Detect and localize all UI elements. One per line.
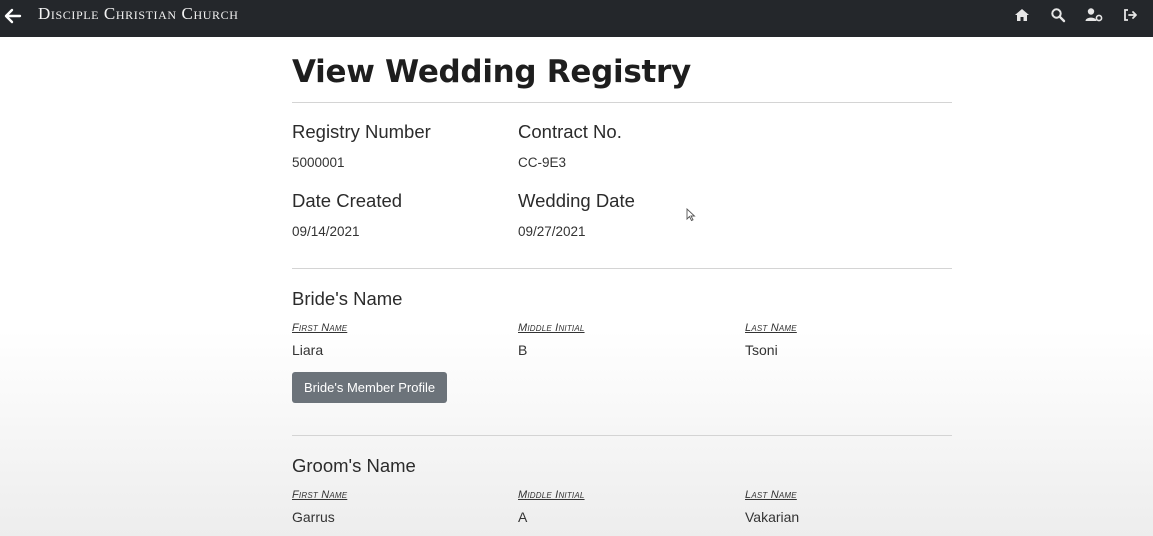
bride-divider (292, 435, 952, 436)
bride-first-name-label: First Name (292, 322, 348, 334)
registry-number-value: 5000001 (292, 155, 345, 170)
search-icon[interactable] (1040, 7, 1076, 23)
contract-number-value: CC-9E3 (518, 155, 567, 170)
groom-first-name-label: First Name (292, 489, 348, 501)
groom-middle-initial-value: A (518, 509, 528, 525)
groom-middle-initial-label: Middle Initial (518, 489, 585, 501)
logout-icon[interactable] (1112, 7, 1148, 23)
groom-first-name-value: Garrus (292, 509, 335, 525)
wedding-date-value: 09/27/2021 (518, 224, 586, 239)
title-divider (292, 102, 952, 103)
top-navbar: Disciple Christian Church (0, 0, 1153, 37)
bride-middle-initial-value: B (518, 342, 528, 358)
back-arrow-icon[interactable] (3, 6, 23, 26)
contract-number-field: Contract No. CC-9E3 (518, 121, 622, 170)
mouse-cursor-icon (686, 207, 696, 222)
home-icon[interactable] (1004, 7, 1040, 23)
contract-number-label: Contract No. (518, 121, 622, 142)
navbar-actions (1004, 7, 1148, 23)
brand-title[interactable]: Disciple Christian Church (38, 4, 238, 24)
registry-divider (292, 268, 952, 269)
groom-last-name-label: Last Name (745, 489, 797, 501)
wedding-date-label: Wedding Date (518, 190, 635, 211)
user-settings-icon[interactable] (1076, 7, 1112, 23)
groom-last-name-value: Vakarian (745, 509, 800, 525)
date-created-label: Date Created (292, 190, 403, 211)
registry-number-label: Registry Number (292, 121, 431, 142)
bride-section-title: Bride's Name (292, 288, 403, 309)
bride-middle-initial-label: Middle Initial (518, 322, 585, 334)
date-created-value: 09/14/2021 (292, 224, 360, 239)
bride-first-name-value: Liara (292, 342, 324, 358)
bride-last-name-value: Tsoni (745, 342, 778, 358)
groom-section-title: Groom's Name (292, 455, 416, 476)
date-created-field: Date Created 09/14/2021 (292, 190, 402, 239)
bride-last-name-label: Last Name (745, 322, 797, 334)
bride-member-profile-button[interactable]: Bride's Member Profile (292, 372, 448, 403)
page-title: View Wedding Registry (292, 54, 691, 90)
registry-number-field: Registry Number 5000001 (292, 121, 431, 170)
wedding-date-field: Wedding Date 09/27/2021 (518, 190, 635, 239)
